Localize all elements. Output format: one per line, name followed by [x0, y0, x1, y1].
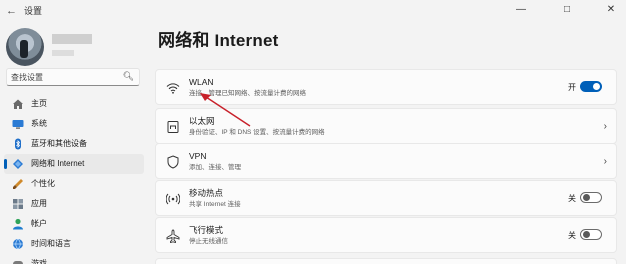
sidebar-item-home[interactable]: 主页 — [4, 94, 144, 114]
card-subtitle: 停止无线通信 — [189, 238, 228, 245]
card-title: WLAN — [189, 77, 214, 87]
settings-card-vpn[interactable]: VPN 添加、连接、管理 › — [155, 143, 617, 179]
shield-icon — [167, 155, 179, 169]
sidebar-item-gaming[interactable]: 游戏 — [4, 254, 144, 264]
minimize-button[interactable]: — — [506, 0, 536, 22]
avatar[interactable] — [6, 28, 44, 66]
brush-icon — [13, 179, 23, 189]
toggle-knob — [593, 83, 600, 90]
card-subtitle: 添加、连接、管理 — [189, 164, 241, 171]
globe-clock-icon — [13, 238, 23, 250]
sidebar-item-accounts[interactable]: 帐户 — [4, 214, 144, 234]
settings-card-partial[interactable] — [155, 258, 617, 264]
toggle-knob — [583, 194, 590, 201]
gamepad-icon — [13, 261, 23, 264]
title-bar: ← 设置 — □ ✕ — [0, 0, 626, 22]
sidebar: 🔍︎ 主页 系统 蓝牙和其他设备 网络和 Internet 个性 — [0, 22, 148, 264]
sidebar-item-label: 系统 — [31, 119, 47, 128]
hotspot-icon — [166, 193, 180, 205]
window-title: 设置 — [24, 6, 43, 16]
chevron-right-icon: › — [603, 156, 607, 167]
sidebar-item-personalization[interactable]: 个性化 — [4, 174, 144, 194]
sidebar-item-label: 网络和 Internet — [31, 159, 85, 168]
card-subtitle: 身份验证、IP 和 DNS 设置、按流量计费的网络 — [189, 129, 325, 136]
user-name-blurred — [52, 34, 92, 44]
sidebar-item-label: 个性化 — [31, 179, 55, 188]
close-button[interactable]: ✕ — [596, 0, 626, 22]
back-arrow-icon[interactable]: ← — [6, 4, 20, 18]
sidebar-item-label: 主页 — [31, 99, 47, 108]
wifi-icon — [166, 83, 180, 94]
sidebar-item-network[interactable]: 网络和 Internet — [4, 154, 144, 174]
card-title: 以太网 — [189, 116, 215, 126]
maximize-button[interactable]: □ — [552, 0, 582, 22]
search-icon[interactable]: 🔍︎ — [123, 71, 134, 82]
airplane-icon — [166, 229, 180, 243]
sidebar-item-time-language[interactable]: 时间和语言 — [4, 234, 144, 254]
toggle-state-label: 关 — [568, 231, 576, 240]
page-title: 网络和 Internet — [158, 31, 279, 50]
sidebar-item-label: 时间和语言 — [31, 239, 71, 248]
bluetooth-icon — [15, 138, 21, 150]
hotspot-toggle[interactable] — [580, 192, 602, 203]
apps-icon — [13, 199, 23, 209]
settings-card-mobile-hotspot[interactable]: 移动热点 共享 Internet 连接 关 — [155, 180, 617, 216]
monitor-icon — [12, 120, 24, 129]
chevron-right-icon: › — [603, 121, 607, 132]
toggle-knob — [583, 231, 590, 238]
sidebar-item-apps[interactable]: 应用 — [4, 194, 144, 214]
toggle-state-label: 开 — [568, 83, 576, 92]
search-box[interactable]: 🔍︎ — [6, 68, 140, 86]
toggle-state-label: 关 — [568, 194, 576, 203]
wlan-toggle[interactable] — [580, 81, 602, 92]
settings-card-ethernet[interactable]: 以太网 身份验证、IP 和 DNS 设置、按流量计费的网络 › — [155, 108, 617, 144]
sidebar-item-label: 蓝牙和其他设备 — [31, 139, 87, 148]
card-title: VPN — [189, 151, 207, 161]
user-email-blurred — [52, 50, 74, 56]
airplane-toggle[interactable] — [580, 229, 602, 240]
card-title: 移动热点 — [189, 188, 224, 198]
card-subtitle: 连接、管理已知网络、按流量计费的网络 — [189, 90, 306, 97]
sidebar-item-system[interactable]: 系统 — [4, 114, 144, 134]
card-title: 飞行模式 — [189, 225, 224, 235]
search-input[interactable] — [11, 71, 121, 84]
home-icon — [13, 99, 23, 109]
settings-card-wlan[interactable]: WLAN 连接、管理已知网络、按流量计费的网络 开 — [155, 69, 617, 105]
ethernet-icon — [167, 121, 179, 133]
person-icon — [13, 218, 23, 230]
wifi-diamond-icon — [13, 159, 23, 169]
settings-card-airplane-mode[interactable]: 飞行模式 停止无线通信 关 — [155, 217, 617, 253]
card-subtitle: 共享 Internet 连接 — [189, 201, 241, 208]
sidebar-item-label: 帐户 — [31, 219, 47, 228]
sidebar-item-bluetooth[interactable]: 蓝牙和其他设备 — [4, 134, 144, 154]
sidebar-item-label: 游戏 — [31, 259, 47, 264]
sidebar-item-label: 应用 — [31, 199, 47, 208]
